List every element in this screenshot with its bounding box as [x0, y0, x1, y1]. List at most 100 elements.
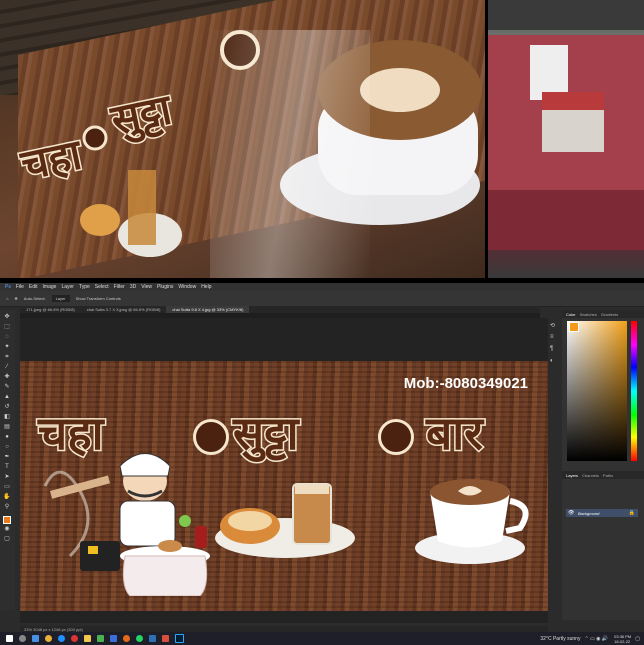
notification-icon[interactable]: ▢: [635, 636, 640, 642]
adjustments-icon[interactable]: ◐: [550, 358, 554, 364]
properties-icon[interactable]: ≡: [550, 334, 554, 340]
eraser-tool-icon[interactable]: ◧: [3, 414, 11, 420]
tab-channels[interactable]: Channels: [582, 473, 599, 478]
menu-help[interactable]: Help: [201, 284, 211, 290]
menu-select[interactable]: Select: [95, 284, 109, 290]
color-panel-tabs: Color Swatches Gradients: [562, 310, 644, 318]
edge-icon[interactable]: [58, 635, 65, 642]
ps-logo-icon[interactable]: Ps: [5, 284, 11, 290]
magic-wand-icon[interactable]: ✦: [3, 344, 11, 350]
word-icon[interactable]: [110, 635, 117, 642]
eyedropper-icon[interactable]: ⁄: [3, 364, 11, 370]
history-icon[interactable]: ⟲: [550, 322, 555, 329]
tab-gradients[interactable]: Gradients: [601, 312, 618, 317]
tab-layers[interactable]: Layers: [566, 473, 578, 478]
app-icon[interactable]: [162, 635, 169, 642]
system-tray: 32°C Partly sunny ⌃ ▭ ◉ 🔊 03:36 PM 18-02…: [536, 632, 640, 645]
path-select-icon[interactable]: ➤: [3, 474, 11, 480]
dodge-tool-icon[interactable]: ○: [3, 444, 11, 450]
collapsed-panel-icons: ⟲ ≡ ¶ ◐: [548, 318, 560, 418]
brand-word-2: सुट्टा: [232, 405, 300, 462]
opera-icon[interactable]: [71, 635, 78, 642]
tray-icons[interactable]: ⌃ ▭ ◉ 🔊: [584, 636, 608, 642]
stamp-tool-icon[interactable]: ▲: [3, 394, 11, 400]
table-illustration: [488, 0, 644, 250]
weather-text[interactable]: 32°C Partly sunny: [540, 636, 580, 642]
zoom-doc-info: 33% 3048 px x 1248 px (300 ppi): [24, 626, 83, 632]
zoom-tool-icon[interactable]: ⚲: [3, 504, 11, 510]
clock-date: 18-02-22: [614, 638, 631, 644]
light-glare: [210, 30, 370, 278]
photoshop-taskbar-icon[interactable]: [175, 634, 184, 643]
paragraph-icon[interactable]: ¶: [550, 346, 553, 352]
home-icon[interactable]: ⌂: [6, 296, 8, 301]
move-tool-icon[interactable]: ✥: [3, 314, 11, 320]
menu-plugins[interactable]: Plugins: [157, 284, 173, 290]
store-icon[interactable]: [97, 635, 104, 642]
menu-image[interactable]: Image: [43, 284, 57, 290]
firefox-icon[interactable]: [123, 635, 130, 642]
windows-start-icon[interactable]: [6, 635, 13, 642]
brand-dot-2: [378, 419, 414, 455]
coffee-cup: [415, 479, 529, 564]
screen-mode-icon[interactable]: ▢: [3, 536, 11, 542]
shape-tool-icon[interactable]: ▭: [3, 484, 11, 490]
chrome-icon[interactable]: [45, 635, 52, 642]
menu-file[interactable]: File: [16, 284, 24, 290]
tab-paths[interactable]: Paths: [603, 473, 613, 478]
mobile-number: Mob:-8080349021: [403, 375, 528, 392]
tab-doc-1[interactable]: 171.jpeg @ 66.6% (RGB/8): [20, 306, 81, 313]
brand-word-3: बार: [425, 405, 485, 462]
tab-doc-3[interactable]: chai Sutta 9.8 X 4.jpg @ 33% (CMYK/8): [166, 306, 250, 313]
bun-and-tea: [215, 483, 355, 558]
menu-window[interactable]: Window: [178, 284, 196, 290]
hand-tool-icon[interactable]: ✋: [3, 494, 11, 500]
move-tool-icon[interactable]: ✥: [14, 296, 17, 301]
hue-slider[interactable]: [631, 321, 637, 461]
blur-tool-icon[interactable]: ●: [3, 434, 11, 440]
foreground-color-swatch[interactable]: [3, 516, 11, 524]
tab-swatches[interactable]: Swatches: [580, 312, 597, 317]
taskbar: 32°C Partly sunny ⌃ ▭ ◉ 🔊 03:36 PM 18-02…: [0, 632, 644, 645]
crop-tool-icon[interactable]: ⌗: [3, 354, 11, 360]
lock-icon: 🔒: [628, 510, 635, 516]
sign-word-2: सुट्टा: [106, 84, 178, 147]
pen-tool-icon[interactable]: ✒: [3, 454, 11, 460]
color-picker-field[interactable]: [567, 321, 627, 461]
task-view-icon[interactable]: [32, 635, 39, 642]
quick-mask-icon[interactable]: ◉: [3, 526, 11, 532]
clock[interactable]: 03:36 PM 18-02-22: [614, 634, 631, 644]
tab-color[interactable]: Color: [566, 312, 576, 317]
lasso-tool-icon[interactable]: ◌: [3, 334, 11, 340]
menu-edit[interactable]: Edit: [29, 284, 38, 290]
artwork-canvas[interactable]: Mob:-8080349021 चहा सुट्टा बार: [20, 361, 548, 611]
type-tool-icon[interactable]: T: [3, 464, 11, 470]
color-picker-icon[interactable]: [569, 322, 579, 332]
layers-panel-tabs: Layers Channels Paths: [562, 471, 644, 479]
file-explorer-icon[interactable]: [84, 635, 91, 642]
menu-3d[interactable]: 3D: [130, 284, 136, 290]
show-transform-checkbox[interactable]: Show Transform Controls: [76, 296, 121, 301]
sign-word-1: चहा: [16, 129, 88, 190]
auto-select-checkbox[interactable]: Auto-Select:: [24, 296, 46, 301]
healing-brush-icon[interactable]: ✚: [3, 374, 11, 380]
tab-doc-2[interactable]: chai Sutta 3.7 X 3.jpeg @ 66.6% (RGB/8): [81, 306, 167, 313]
search-icon[interactable]: [19, 635, 26, 642]
menu-type[interactable]: Type: [79, 284, 90, 290]
auto-select-dropdown[interactable]: Layer: [51, 295, 70, 302]
history-brush-icon[interactable]: ↺: [3, 404, 11, 410]
photo-sign: चहा सुट्टा: [0, 0, 485, 278]
document-tabs: 171.jpeg @ 66.6% (RGB/8) chai Sutta 3.7 …: [20, 306, 540, 313]
whatsapp-icon[interactable]: [136, 635, 143, 642]
layer-name: Background: [578, 510, 600, 516]
gradient-tool-icon[interactable]: ▤: [3, 424, 11, 430]
menu-layer[interactable]: Layer: [61, 284, 74, 290]
photo-table: [488, 0, 644, 278]
layer-row[interactable]: 👁 Background 🔒: [566, 509, 638, 517]
brush-tool-icon[interactable]: ✎: [3, 384, 11, 390]
eye-icon[interactable]: 👁: [568, 510, 574, 516]
photos-icon[interactable]: [149, 635, 156, 642]
marquee-tool-icon[interactable]: ⬚: [3, 324, 11, 330]
menu-filter[interactable]: Filter: [114, 284, 125, 290]
menu-view[interactable]: View: [141, 284, 152, 290]
